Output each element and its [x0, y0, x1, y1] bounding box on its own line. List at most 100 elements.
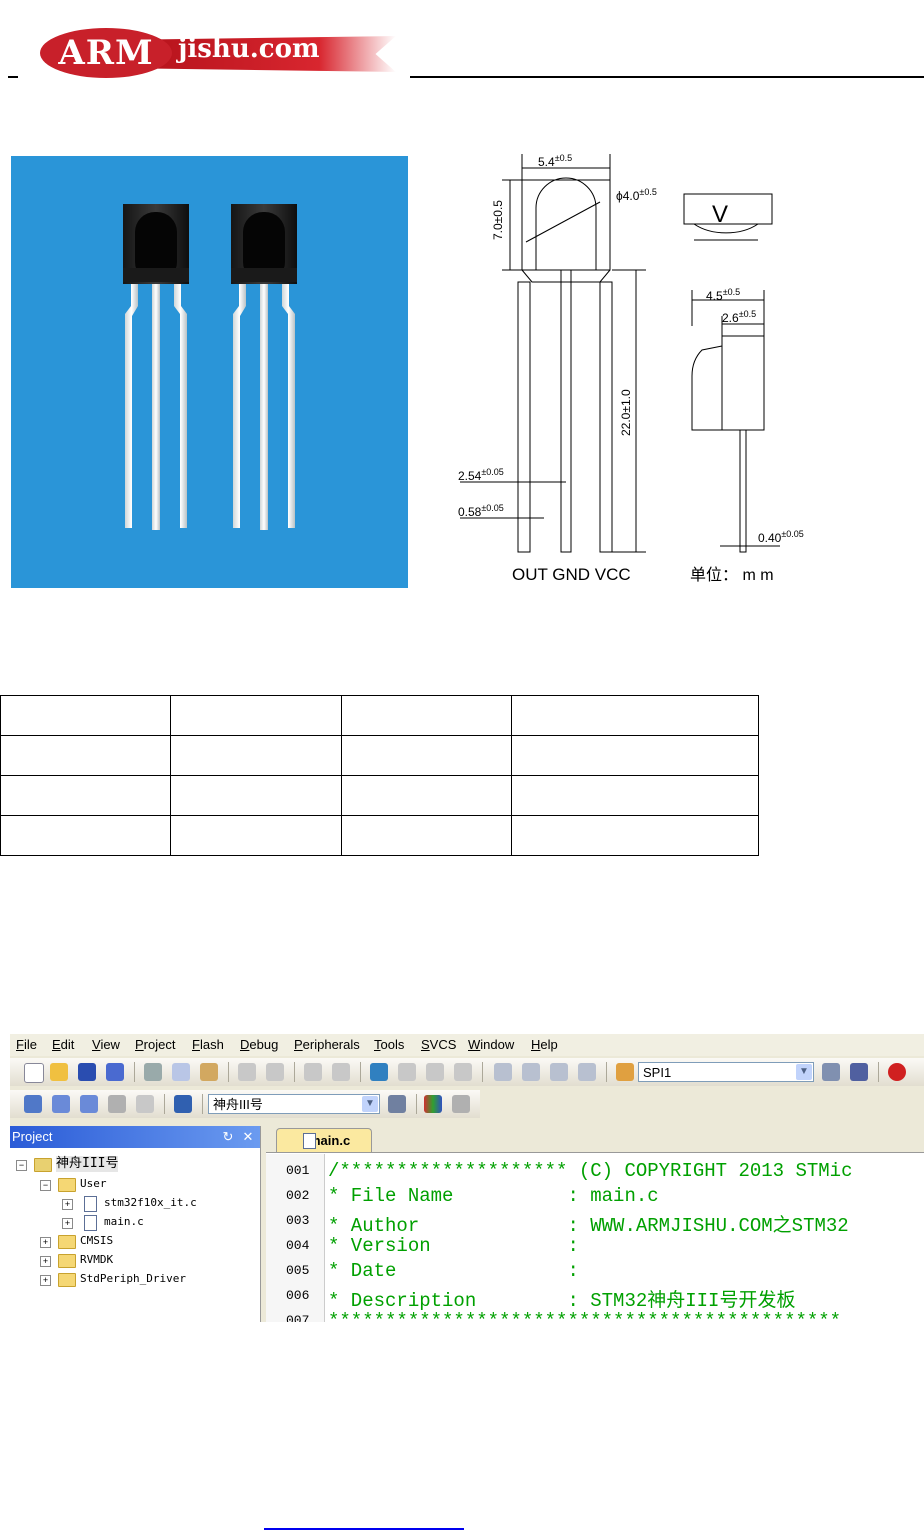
folder-icon: [58, 1254, 76, 1268]
open-folder-icon[interactable]: [50, 1063, 68, 1081]
code-line[interactable]: ****************************************…: [328, 1310, 841, 1322]
menu-help[interactable]: Help: [531, 1037, 558, 1052]
expand-cmsis-icon[interactable]: +: [40, 1237, 51, 1248]
clear-bookmarks-icon[interactable]: [454, 1063, 472, 1081]
line-number: 004: [286, 1238, 310, 1253]
code-editor: main.c 001 /******************** (C) COPY…: [266, 1126, 924, 1322]
menu-svcs[interactable]: SVCS: [421, 1037, 456, 1052]
rebuild-icon[interactable]: [80, 1095, 98, 1113]
table-row: [0, 735, 759, 776]
code-line[interactable]: * File Name : main.c: [328, 1185, 659, 1207]
tree-root[interactable]: 神舟III号: [56, 1156, 119, 1172]
line-number: 001: [286, 1163, 310, 1178]
cut-icon[interactable]: [144, 1063, 162, 1081]
select-packs-icon[interactable]: [452, 1095, 470, 1113]
folder-icon: [58, 1235, 76, 1249]
expand-file2-icon[interactable]: +: [62, 1218, 73, 1229]
indent-icon[interactable]: [494, 1063, 512, 1081]
close-icon[interactable]: ✕: [240, 1129, 256, 1145]
menu-edit[interactable]: Edit: [52, 1037, 74, 1052]
next-bookmark-icon[interactable]: [426, 1063, 444, 1081]
logo-arm-oval: ARM: [40, 28, 172, 78]
load-download-icon[interactable]: [174, 1095, 192, 1113]
unindent-icon[interactable]: [522, 1063, 540, 1081]
undo-icon[interactable]: [238, 1063, 256, 1081]
target-options-icon[interactable]: [388, 1095, 406, 1113]
translate-icon[interactable]: [24, 1095, 42, 1113]
menu-window[interactable]: Window: [468, 1037, 514, 1052]
uncomment-icon[interactable]: [578, 1063, 596, 1081]
dim-height-text: 7.0±0.5: [491, 200, 505, 240]
collapse-root-icon[interactable]: −: [16, 1160, 27, 1171]
menu-peripherals[interactable]: Peripherals: [294, 1037, 360, 1052]
table-row: [0, 815, 759, 856]
tab-main-c[interactable]: main.c: [276, 1128, 372, 1152]
spec-table: [0, 695, 759, 856]
expand-stdperiph-icon[interactable]: +: [40, 1275, 51, 1286]
code-line[interactable]: * Date :: [328, 1260, 579, 1282]
menu-project[interactable]: Project: [135, 1037, 175, 1052]
header-rule: [410, 76, 924, 78]
table-row: [0, 775, 759, 816]
find-icon[interactable]: [822, 1063, 840, 1081]
tree-group-cmsis[interactable]: CMSIS: [80, 1233, 113, 1249]
dim-diameter-text: ϕ4.0±0.5: [616, 187, 657, 203]
menu-view[interactable]: View: [92, 1037, 120, 1052]
debug-session-icon[interactable]: [888, 1063, 906, 1081]
code-line[interactable]: * Description : STM32神舟III号开发板: [328, 1285, 795, 1312]
menu-file[interactable]: File: [16, 1037, 37, 1052]
menu-debug[interactable]: Debug: [240, 1037, 278, 1052]
incremental-find-icon[interactable]: [850, 1063, 868, 1081]
find-combo[interactable]: SPI1 ▼: [638, 1062, 814, 1082]
bookmark-icon[interactable]: [370, 1063, 388, 1081]
comment-icon[interactable]: [550, 1063, 568, 1081]
menu-flash[interactable]: Flash: [192, 1037, 224, 1052]
expand-file1-icon[interactable]: +: [62, 1199, 73, 1210]
tree-group-rvmdk[interactable]: RVMDK: [80, 1252, 113, 1268]
toolbar-file: SPI1 ▼: [10, 1058, 924, 1086]
nav-forward-icon[interactable]: [332, 1063, 350, 1081]
folder-icon: [58, 1273, 76, 1287]
code-line[interactable]: * Version :: [328, 1235, 579, 1257]
code-line[interactable]: /******************** (C) COPYRIGHT 2013…: [328, 1160, 853, 1182]
copy-icon[interactable]: [172, 1063, 190, 1081]
dim-side-width-text: 4.5±0.5: [706, 287, 740, 303]
tree-file-it[interactable]: stm32f10x_it.c: [104, 1195, 197, 1211]
pin-icon[interactable]: ↻: [220, 1129, 236, 1145]
code-line[interactable]: * Author : WWW.ARMJISHU.COM之STM32: [328, 1210, 849, 1237]
expand-rvmdk-icon[interactable]: +: [40, 1256, 51, 1267]
project-panel-title: Project ↻ ✕: [10, 1126, 260, 1148]
save-all-icon[interactable]: [106, 1063, 124, 1081]
find-in-files-icon[interactable]: [616, 1063, 634, 1081]
logo-site-text: jishu.com: [178, 34, 320, 64]
save-icon[interactable]: [78, 1063, 96, 1081]
chevron-down-icon[interactable]: ▼: [796, 1064, 812, 1080]
c-file-icon: [84, 1196, 97, 1212]
paste-icon[interactable]: [200, 1063, 218, 1081]
chevron-down-icon[interactable]: ▼: [362, 1096, 378, 1112]
stop-build-icon[interactable]: [136, 1095, 154, 1113]
menu-tools[interactable]: Tools: [374, 1037, 404, 1052]
dim-lead-text: 22.0±1.0: [619, 389, 633, 436]
batch-build-icon[interactable]: [108, 1095, 126, 1113]
target-icon: [34, 1158, 52, 1172]
build-icon[interactable]: [52, 1095, 70, 1113]
new-file-icon[interactable]: [24, 1063, 44, 1083]
nav-back-icon[interactable]: [304, 1063, 322, 1081]
tree-file-main[interactable]: main.c: [104, 1214, 144, 1230]
prev-bookmark-icon[interactable]: [398, 1063, 416, 1081]
line-number: 006: [286, 1288, 310, 1303]
ir-receiver-left: [123, 204, 189, 530]
ir-receiver-right: [231, 204, 297, 530]
armjishu-logo: ARM jishu.com: [40, 22, 400, 82]
target-combo[interactable]: 神舟III号 ▼: [208, 1094, 380, 1114]
redo-icon[interactable]: [266, 1063, 284, 1081]
manage-components-icon[interactable]: [424, 1095, 442, 1113]
c-file-icon: [84, 1215, 97, 1231]
tree-group-user[interactable]: User: [80, 1176, 107, 1192]
line-number: 007: [286, 1313, 310, 1322]
collapse-user-icon[interactable]: −: [40, 1180, 51, 1191]
find-combo-value: SPI1: [643, 1065, 672, 1080]
tree-group-stdperiph[interactable]: StdPeriph_Driver: [80, 1271, 186, 1287]
editor-tab-strip: main.c: [266, 1126, 924, 1153]
